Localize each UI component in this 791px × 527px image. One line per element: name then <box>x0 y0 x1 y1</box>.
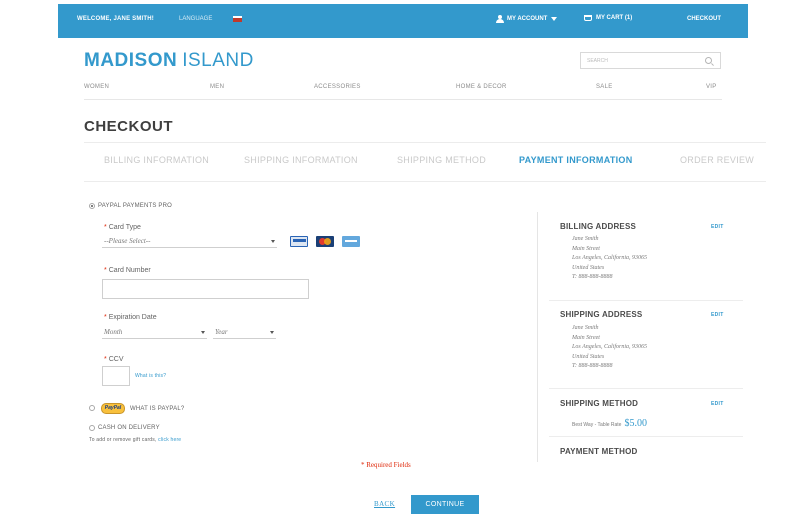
continue-button[interactable]: CONTINUE <box>411 495 479 514</box>
search-box <box>580 52 721 69</box>
gift-card-text: To add or remove gift cards, <box>89 437 157 443</box>
paypal-logo: PayPal <box>101 403 125 414</box>
required-asterisk: * <box>104 267 107 274</box>
shipping-method-summary: Best Way - Table Rate $5.00 <box>572 418 647 429</box>
expiration-month-select[interactable]: Month <box>102 327 207 339</box>
welcome-message: WELCOME, JANE SMITH! <box>77 16 154 22</box>
back-link[interactable]: BACK <box>374 500 395 508</box>
card-number-input[interactable] <box>102 279 309 299</box>
top-bar: WELCOME, JANE SMITH! LANGUAGE MY ACCOUNT… <box>0 0 791 42</box>
expiration-year-select[interactable]: Year <box>213 327 276 339</box>
gift-card-link[interactable]: click here <box>158 437 181 443</box>
main-nav: WOMEN MEN ACCESSORIES HOME & DECOR SALE … <box>84 80 722 100</box>
sidebar-divider <box>549 300 743 301</box>
user-icon <box>496 15 504 23</box>
gift-card-note: To add or remove gift cards, click here <box>89 437 181 443</box>
cash-on-delivery-label: CASH ON DELIVERY <box>98 425 160 431</box>
nav-item-sale[interactable]: SALE <box>596 84 613 90</box>
shipping-name: Jane Smith <box>572 325 599 331</box>
shipping-method-heading: SHIPPING METHOD <box>560 399 639 408</box>
page-title: CHECKOUT <box>84 118 173 135</box>
chevron-down-icon <box>270 331 274 334</box>
shipping-street: Main Street <box>572 334 600 341</box>
search-icon[interactable] <box>705 57 712 64</box>
steps-divider-top <box>84 142 766 143</box>
nav-item-accessories[interactable]: ACCESSORIES <box>314 84 361 90</box>
billing-street: Main Street <box>572 245 600 252</box>
my-account-label: MY ACCOUNT <box>507 16 548 22</box>
billing-address-block: Jane Smith Main Street Los Angeles, Cali… <box>572 235 647 283</box>
card-type-label: * Card Type <box>104 224 141 231</box>
expiration-date-label-text: Expiration Date <box>108 314 157 321</box>
expiration-date-label: * Expiration Date <box>104 314 157 321</box>
paypal-radio[interactable] <box>89 405 95 411</box>
paypal-pro-radio[interactable] <box>89 203 95 209</box>
top-bar-inner: WELCOME, JANE SMITH! LANGUAGE MY ACCOUNT… <box>58 4 748 38</box>
logo-bold: MADISON <box>84 50 178 71</box>
nav-item-home-decor[interactable]: HOME & DECOR <box>456 84 507 90</box>
step-billing-information[interactable]: BILLING INFORMATION <box>104 155 209 165</box>
flag-icon[interactable] <box>233 16 242 22</box>
shipping-address-block: Jane Smith Main Street Los Angeles, Cali… <box>572 324 647 372</box>
billing-city: Los Angeles, California, 93065 <box>572 255 648 261</box>
chevron-down-icon <box>201 331 205 334</box>
billing-country: United States <box>572 264 605 271</box>
language-switcher[interactable]: LANGUAGE <box>179 16 212 22</box>
ccv-label: * CCV <box>104 356 124 363</box>
shipping-method-price: $5.00 <box>624 418 647 429</box>
step-order-review[interactable]: ORDER REVIEW <box>680 155 754 165</box>
step-payment-information[interactable]: PAYMENT INFORMATION <box>519 155 633 165</box>
card-number-label: * Card Number <box>104 267 151 274</box>
card-type-value: --Please Select-- <box>104 237 151 245</box>
billing-name: Jane Smith <box>572 236 599 242</box>
shipping-city: Los Angeles, California, 93065 <box>572 344 648 350</box>
shipping-method-edit-link[interactable]: EDIT <box>711 401 724 407</box>
chevron-down-icon <box>271 240 275 243</box>
paypal-pro-label: PAYPAL PAYMENTS PRO <box>98 203 173 209</box>
sidebar-divider <box>549 436 743 437</box>
sidebar-divider <box>549 388 743 389</box>
checkout-link[interactable]: CHECKOUT <box>687 16 721 22</box>
shipping-edit-link[interactable]: EDIT <box>711 312 724 318</box>
nav-item-vip[interactable]: VIP <box>706 84 717 90</box>
step-shipping-method[interactable]: SHIPPING METHOD <box>397 155 486 165</box>
shipping-method-text: Best Way - Table Rate <box>572 422 622 428</box>
cart-icon <box>584 15 592 21</box>
nav-item-men[interactable]: MEN <box>210 84 224 90</box>
chevron-down-icon <box>551 17 558 21</box>
card-number-label-text: Card Number <box>108 267 151 274</box>
expiration-month-value: Month <box>104 328 123 336</box>
step-shipping-information[interactable]: SHIPPING INFORMATION <box>244 155 358 165</box>
shipping-country: United States <box>572 353 605 360</box>
logo-light: ISLAND <box>182 50 254 71</box>
site-logo[interactable]: MADISON ISLAND <box>84 50 254 72</box>
billing-address-heading: BILLING ADDRESS <box>560 222 637 231</box>
required-asterisk: * <box>104 314 107 321</box>
cash-on-delivery-radio[interactable] <box>89 425 95 431</box>
shipping-address-heading: SHIPPING ADDRESS <box>560 310 643 319</box>
ccv-help-link[interactable]: What is this? <box>135 373 166 379</box>
mastercard-icon <box>316 236 334 247</box>
what-is-paypal-link[interactable]: WHAT IS PAYPAL? <box>130 406 184 412</box>
expiration-year-value: Year <box>215 328 228 336</box>
search-input[interactable] <box>587 56 687 66</box>
billing-edit-link[interactable]: EDIT <box>711 224 724 230</box>
required-asterisk: * <box>104 356 107 363</box>
ccv-input[interactable] <box>102 366 130 386</box>
my-account-menu[interactable]: MY ACCOUNT <box>496 15 558 23</box>
shipping-phone: T: 888-888-8888 <box>572 363 613 369</box>
card-type-select[interactable]: --Please Select-- <box>102 236 277 248</box>
required-asterisk: * <box>104 224 107 231</box>
steps-divider-bottom <box>84 181 766 182</box>
my-cart-label: MY CART (1) <box>596 15 633 21</box>
ccv-label-text: CCV <box>108 356 124 363</box>
amex-icon <box>342 236 360 247</box>
my-cart-link[interactable]: MY CART (1) <box>584 15 632 21</box>
visa-icon <box>290 236 308 247</box>
billing-phone: T: 888-888-8888 <box>572 274 613 280</box>
payment-method-heading: PAYMENT METHOD <box>560 447 638 456</box>
required-fields-note: * Required Fields <box>361 461 411 469</box>
card-type-label-text: Card Type <box>108 224 141 231</box>
nav-item-women[interactable]: WOMEN <box>84 84 109 90</box>
